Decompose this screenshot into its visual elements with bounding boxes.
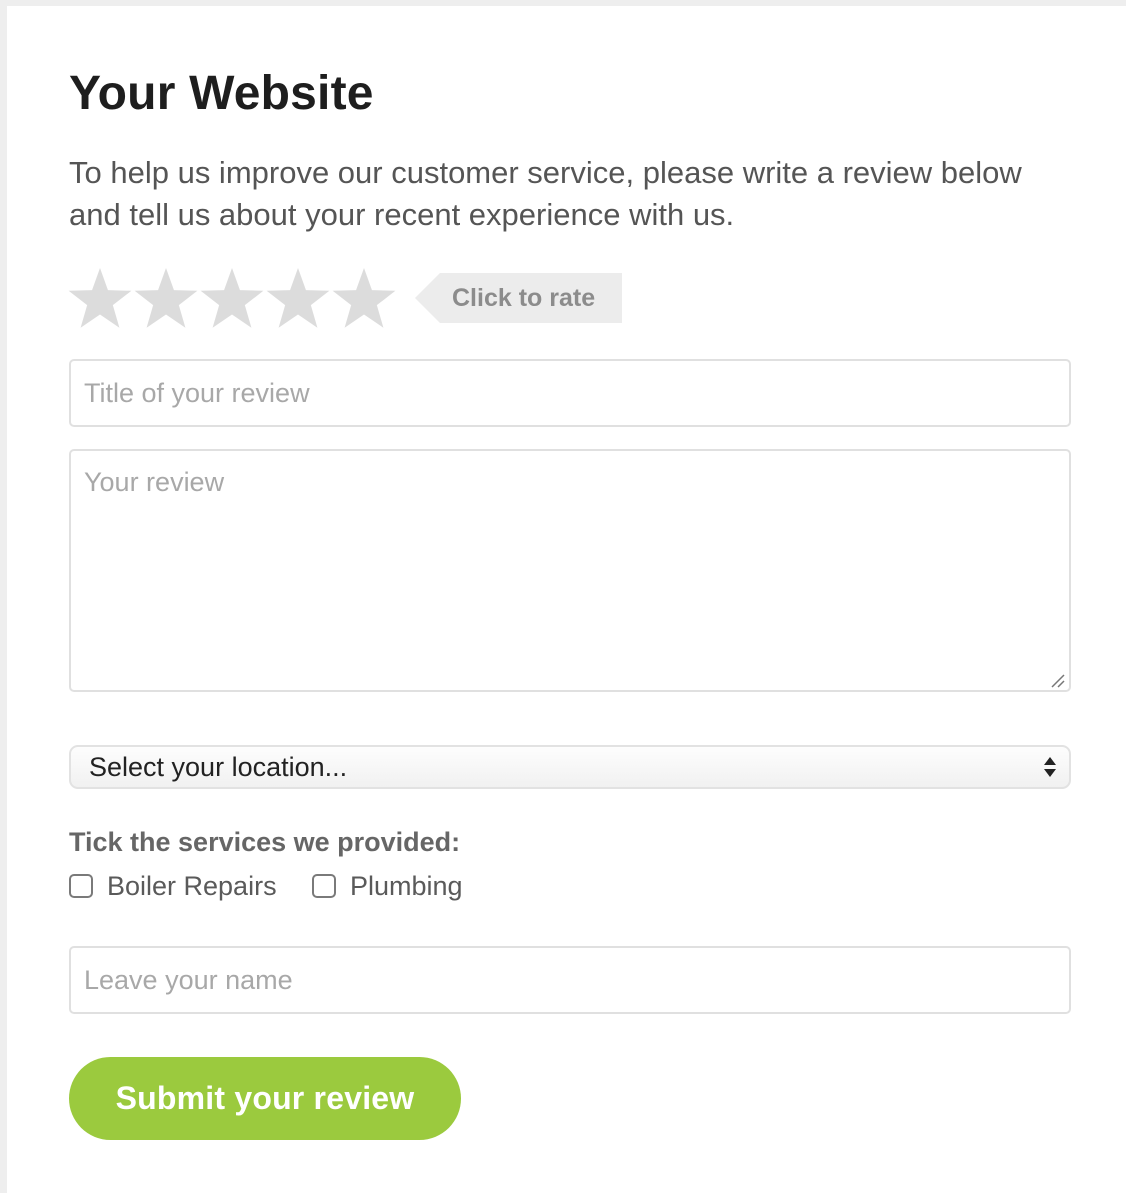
resize-handle-icon[interactable] xyxy=(1049,672,1065,688)
star-rating xyxy=(67,265,397,331)
rating-prompt-text: Click to rate xyxy=(452,284,596,312)
name-input[interactable] xyxy=(69,946,1071,1014)
service-option-plumbing[interactable]: Plumbing xyxy=(312,870,463,902)
star-2-icon[interactable] xyxy=(133,265,199,331)
services-label: Tick the services we provided: xyxy=(69,827,461,857)
review-title-input[interactable] xyxy=(69,359,1071,427)
boiler-repairs-label: Boiler Repairs xyxy=(107,870,277,901)
review-form-card: Your Website To help us improve our cust… xyxy=(7,6,1126,1193)
review-body-textarea[interactable] xyxy=(69,449,1071,692)
star-5-icon[interactable] xyxy=(331,265,397,331)
select-arrows-icon xyxy=(1044,757,1056,777)
star-4-icon[interactable] xyxy=(265,265,331,331)
form-title: Your Website xyxy=(69,67,374,120)
location-select[interactable]: Select your location... xyxy=(69,745,1071,789)
form-intro: To help us improve our customer service,… xyxy=(69,155,1022,232)
star-1-icon[interactable] xyxy=(67,265,133,331)
boiler-repairs-checkbox[interactable] xyxy=(69,874,93,898)
service-option-boiler-repairs[interactable]: Boiler Repairs xyxy=(69,870,277,902)
location-select-value: Select your location... xyxy=(89,752,348,782)
submit-review-button[interactable]: Submit your review xyxy=(69,1057,461,1140)
plumbing-checkbox[interactable] xyxy=(312,874,336,898)
plumbing-label: Plumbing xyxy=(350,870,463,901)
rating-prompt-tag: Click to rate xyxy=(415,273,622,323)
star-3-icon[interactable] xyxy=(199,265,265,331)
